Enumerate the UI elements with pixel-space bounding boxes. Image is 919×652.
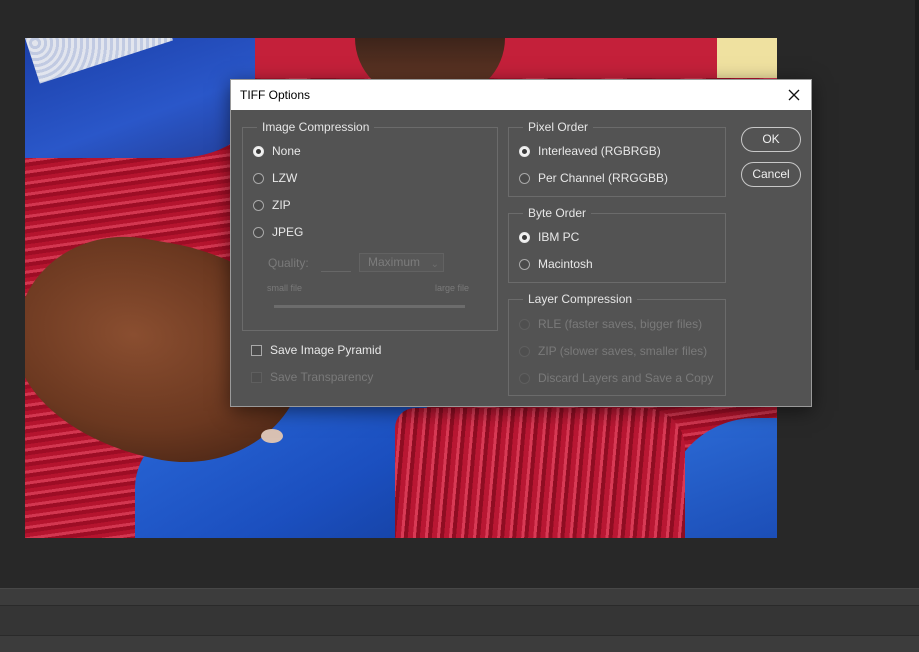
timeline-panel: [0, 605, 919, 636]
radio-ibm-pc[interactable]: IBM PC: [519, 229, 579, 245]
radio-button[interactable]: [253, 199, 264, 211]
radio-label: RLE (faster saves, bigger files): [538, 317, 703, 331]
radio-label: JPEG: [272, 225, 304, 239]
radio-rle[interactable]: RLE (faster saves, bigger files): [519, 316, 702, 332]
radio-button[interactable]: [253, 172, 264, 184]
quality-select-value: Maximum: [368, 255, 421, 269]
radio-compression-lzw[interactable]: LZW: [253, 170, 297, 186]
radio-button[interactable]: [253, 145, 264, 157]
layer-compression-group: Layer Compression RLE (faster saves, big…: [508, 292, 726, 396]
small-file-label: small file: [267, 283, 303, 293]
layer-compression-legend: Layer Compression: [523, 292, 638, 306]
radio-label: None: [272, 144, 301, 158]
checkbox[interactable]: [251, 344, 262, 356]
radio-discard-layers[interactable]: Discard Layers and Save a Copy: [519, 370, 713, 386]
radio-layer-zip[interactable]: ZIP (slower saves, smaller files): [519, 343, 707, 359]
radio-button[interactable]: [519, 345, 530, 357]
ok-button[interactable]: OK: [741, 127, 801, 152]
save-image-pyramid-checkbox[interactable]: Save Image Pyramid: [251, 342, 381, 358]
radio-button[interactable]: [519, 231, 530, 243]
byte-order-group: Byte Order IBM PC Macintosh: [508, 206, 726, 283]
radio-button[interactable]: [253, 226, 264, 238]
radio-label: LZW: [272, 171, 298, 185]
radio-button[interactable]: [519, 318, 530, 330]
dialog-titlebar: TIFF Options: [231, 80, 811, 110]
cancel-button[interactable]: Cancel: [741, 162, 801, 187]
pixel-order-group: Pixel Order Interleaved (RGBRGB) Per Cha…: [508, 120, 726, 197]
radio-button[interactable]: [519, 172, 530, 184]
checkbox-label: Save Image Pyramid: [270, 343, 382, 357]
quality-label: Quality:: [268, 256, 309, 270]
radio-label: ZIP (slower saves, smaller files): [538, 344, 708, 358]
large-file-label: large file: [435, 283, 470, 293]
save-transparency-checkbox[interactable]: Save Transparency: [251, 369, 373, 385]
pixel-order-legend: Pixel Order: [523, 120, 594, 134]
quality-input[interactable]: [321, 254, 351, 272]
radio-button[interactable]: [519, 258, 530, 270]
chevron-down-icon: ⌄: [430, 259, 439, 270]
radio-label: Macintosh: [538, 257, 593, 271]
radio-compression-none[interactable]: None: [253, 143, 301, 159]
quality-select[interactable]: Maximum ⌄: [359, 253, 444, 272]
dialog-title: TIFF Options: [240, 88, 311, 102]
checkbox[interactable]: [251, 371, 262, 383]
radio-macintosh[interactable]: Macintosh: [519, 256, 593, 272]
radio-interleaved[interactable]: Interleaved (RGBRGB): [519, 143, 661, 159]
radio-label: Interleaved (RGBRGB): [538, 144, 661, 158]
quality-slider[interactable]: [274, 305, 465, 308]
status-bar: [0, 588, 919, 605]
close-icon[interactable]: [783, 84, 805, 106]
image-compression-legend: Image Compression: [257, 120, 375, 134]
image-compression-group: Image Compression None LZW ZIP JPEG Qual…: [242, 120, 498, 331]
tiff-options-dialog: TIFF Options Image Compression None LZW …: [230, 79, 812, 407]
radio-label: Discard Layers and Save a Copy: [538, 371, 714, 385]
radio-label: IBM PC: [538, 230, 580, 244]
radio-button[interactable]: [519, 372, 530, 384]
bottom-panel: [0, 635, 919, 652]
radio-per-channel[interactable]: Per Channel (RRGGBB): [519, 170, 668, 186]
radio-compression-zip[interactable]: ZIP: [253, 197, 291, 213]
checkbox-label: Save Transparency: [270, 370, 374, 384]
panel-edge: [915, 0, 919, 370]
radio-label: Per Channel (RRGGBB): [538, 171, 669, 185]
byte-order-legend: Byte Order: [523, 206, 592, 220]
radio-button[interactable]: [519, 145, 530, 157]
radio-label: ZIP: [272, 198, 291, 212]
radio-compression-jpeg[interactable]: JPEG: [253, 224, 303, 240]
